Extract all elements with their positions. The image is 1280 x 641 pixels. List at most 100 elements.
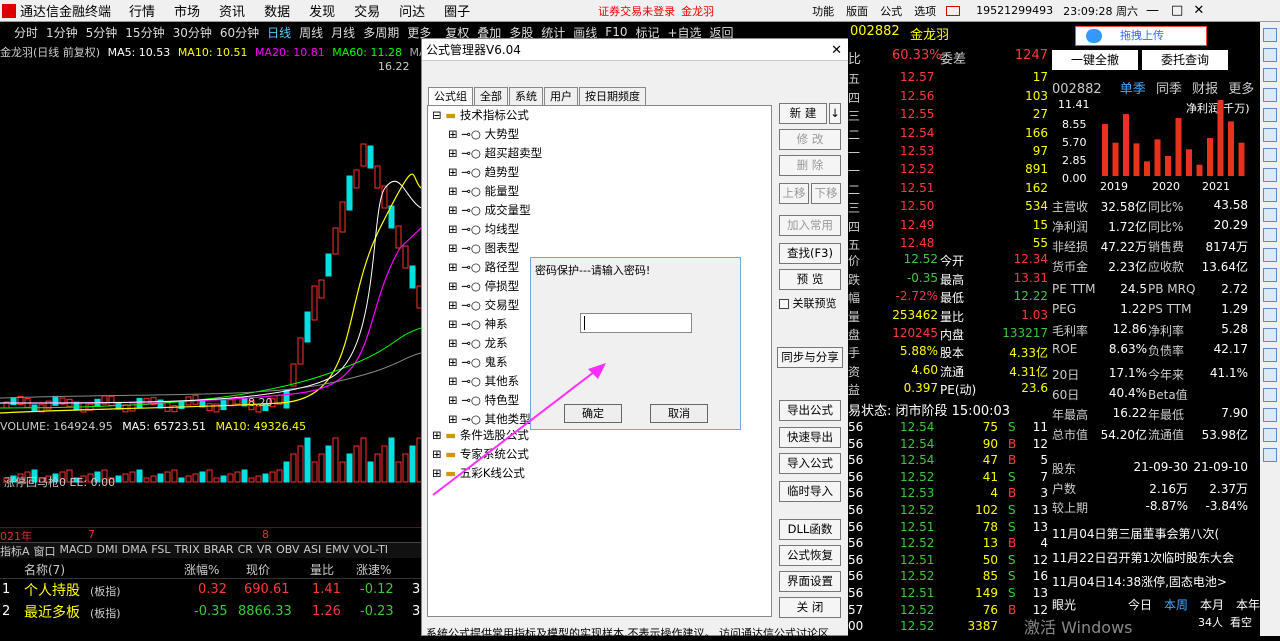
- login-warning[interactable]: 证券交易未登录: [598, 3, 675, 19]
- export-button[interactable]: 导出公式: [779, 400, 841, 421]
- menu-item-discover[interactable]: 发现: [309, 1, 335, 20]
- sell-price[interactable]: 12.54: [900, 126, 934, 140]
- mail-icon[interactable]: [946, 5, 961, 16]
- menu-item-data[interactable]: 数据: [264, 1, 290, 20]
- dll-button[interactable]: DLL函数: [779, 519, 841, 540]
- new-dropdown-button[interactable]: ↓: [829, 103, 841, 124]
- ind-tab-fsl[interactable]: FSL: [151, 543, 170, 558]
- ind-tab-vr[interactable]: VR: [257, 543, 272, 558]
- temp-import-button[interactable]: 临时导入: [779, 481, 841, 502]
- period-tab-1m[interactable]: 1分钟: [46, 24, 78, 41]
- menu-item-news[interactable]: 资讯: [219, 1, 245, 20]
- side-tool-icon[interactable]: [1263, 268, 1277, 282]
- period-tab-5m[interactable]: 5分钟: [86, 24, 118, 41]
- side-tool-icon[interactable]: [1263, 228, 1277, 242]
- side-tool-icon[interactable]: [1263, 68, 1277, 82]
- tree-node[interactable]: ⊞ ⊸○ 路径型: [448, 258, 519, 277]
- ind-tab-emv[interactable]: EMV: [325, 543, 349, 558]
- ind-tab-volti[interactable]: VOL-TI: [353, 543, 388, 558]
- preview-button[interactable]: 预 览: [779, 269, 841, 290]
- menu-item-wenda[interactable]: 问达: [399, 1, 425, 20]
- side-tool-icon[interactable]: [1263, 108, 1277, 122]
- tree-node[interactable]: ⊞ ⊸○ 能量型: [448, 182, 519, 201]
- tab-user[interactable]: 用户: [544, 87, 578, 105]
- fin-tab-quarter[interactable]: 单季: [1120, 82, 1146, 97]
- tree-node[interactable]: ⊞ ⊸○ 停损型: [448, 277, 519, 296]
- tab-all[interactable]: 全部: [474, 87, 508, 105]
- fin-tab-report[interactable]: 财报: [1192, 82, 1218, 97]
- ui-settings-button[interactable]: 界面设置: [779, 571, 841, 592]
- sell-price[interactable]: 12.56: [900, 89, 934, 103]
- side-tool-icon[interactable]: [1263, 148, 1277, 162]
- user-phone[interactable]: 19521299493: [976, 4, 1053, 17]
- news-item[interactable]: 11月04日14:38涨停,固态电池>: [1052, 573, 1258, 590]
- table-row[interactable]: 1 个人持股 (板指) 0.32 690.61 1.41 -0.12 3: [0, 579, 421, 601]
- side-tool-icon[interactable]: [1263, 188, 1277, 202]
- side-tool-icon[interactable]: [1263, 208, 1277, 222]
- dialog-close-icon[interactable]: ✕: [831, 40, 842, 62]
- side-tool-icon[interactable]: [1263, 288, 1277, 302]
- col-vr[interactable]: 量比: [310, 561, 334, 578]
- buy-price[interactable]: 12.50: [900, 199, 934, 213]
- ind-tab-macd[interactable]: MACD: [60, 543, 93, 558]
- footer-year[interactable]: 本年: [1236, 596, 1260, 613]
- ind-tab-window[interactable]: 窗口: [34, 543, 56, 558]
- tree-node[interactable]: ⊞ ⊸○ 图表型: [448, 239, 519, 258]
- period-tab-60m[interactable]: 60分钟: [220, 24, 259, 41]
- move-down-button[interactable]: 下移: [811, 183, 841, 204]
- quick-export-button[interactable]: 快速导出: [779, 427, 841, 448]
- footer-month[interactable]: 本月: [1200, 596, 1224, 613]
- cancel-all-button[interactable]: 一键全撤: [1052, 50, 1138, 70]
- cancel-button[interactable]: 取消: [650, 404, 708, 423]
- tree-node[interactable]: ⊞ ⊸○ 趋势型: [448, 163, 519, 182]
- tab-system[interactable]: 系统: [509, 87, 543, 105]
- footer-today[interactable]: 今日: [1128, 596, 1152, 613]
- period-tab-15m[interactable]: 15分钟: [125, 24, 164, 41]
- sell-price[interactable]: 12.53: [900, 144, 934, 158]
- buy-price[interactable]: 12.48: [900, 236, 934, 250]
- tree-root[interactable]: ⊟ ▬ 技术指标公式: [432, 106, 529, 125]
- minimize-icon[interactable]: —: [1146, 3, 1159, 18]
- menu-formula[interactable]: 公式: [880, 3, 902, 19]
- move-up-button[interactable]: 上移: [779, 183, 809, 204]
- menu-item-circle[interactable]: 圈子: [444, 1, 470, 20]
- side-tool-icon[interactable]: [1263, 328, 1277, 342]
- dialog-titlebar[interactable]: 公式管理器V6.04 ✕: [422, 39, 848, 61]
- side-tool-icon[interactable]: [1263, 388, 1277, 402]
- tree-node[interactable]: ⊞ ⊸○ 交易型: [448, 296, 519, 315]
- tab-group[interactable]: 公式组: [428, 87, 473, 105]
- ind-tab-asi[interactable]: ASI: [303, 543, 321, 558]
- add-favorite-button[interactable]: 加入常用: [779, 215, 841, 236]
- ind-tab-brar[interactable]: BRAR: [204, 543, 234, 558]
- delete-button[interactable]: 删 除: [779, 155, 841, 176]
- edit-button[interactable]: 修 改: [779, 129, 841, 150]
- menu-item-hq[interactable]: 行情: [129, 1, 155, 20]
- ind-tab-cr[interactable]: CR: [238, 543, 253, 558]
- restore-button[interactable]: 公式恢复: [779, 545, 841, 566]
- close-icon[interactable]: ✕: [1193, 3, 1204, 18]
- tool-f10[interactable]: F10: [605, 25, 627, 39]
- period-tab-30m[interactable]: 30分钟: [173, 24, 212, 41]
- col-chg[interactable]: 涨幅%: [184, 561, 219, 578]
- period-tab-fenshi[interactable]: 分时: [14, 24, 38, 41]
- tree-node[interactable]: ⊞ ⊸○ 均线型: [448, 220, 519, 239]
- side-tool-icon[interactable]: [1263, 48, 1277, 62]
- menu-item-market[interactable]: 市场: [174, 1, 200, 20]
- col-speed[interactable]: 涨速%: [356, 561, 391, 578]
- side-tool-icon[interactable]: [1263, 128, 1277, 142]
- close-button[interactable]: 关 闭: [779, 597, 841, 618]
- side-tool-icon[interactable]: [1263, 248, 1277, 262]
- new-button[interactable]: 新 建: [779, 103, 827, 124]
- side-tool-icon[interactable]: [1263, 408, 1277, 422]
- buy-price[interactable]: 12.49: [900, 218, 934, 232]
- buy-price[interactable]: 12.51: [900, 181, 934, 195]
- side-tool-icon[interactable]: [1263, 88, 1277, 102]
- table-row[interactable]: 2 最近多板 (板指) -0.35 8866.33 1.26 -0.23 3: [0, 601, 421, 623]
- news-item[interactable]: 11月04日第三届董事会第八次(: [1052, 525, 1258, 542]
- menu-options[interactable]: 选项: [914, 3, 936, 19]
- find-button[interactable]: 查找(F3): [779, 243, 841, 264]
- tab-by-freq[interactable]: 按日期频度: [579, 87, 646, 105]
- news-item[interactable]: 11月22日召开第1次临时股东大会: [1052, 549, 1258, 566]
- fin-tab-yoy[interactable]: 同季: [1156, 82, 1182, 97]
- side-tool-icon[interactable]: [1263, 368, 1277, 382]
